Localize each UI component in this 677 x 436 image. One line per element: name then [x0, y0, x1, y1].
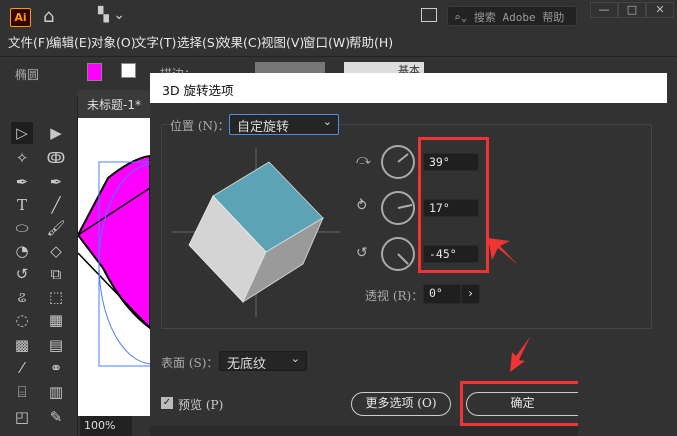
- cube-preview[interactable]: [0, 0, 677, 436]
- surface-label: 表面 (S)：: [161, 356, 219, 370]
- right-panel-area: [578, 380, 677, 436]
- chevron-down-icon: ⌄: [290, 352, 300, 365]
- dialog-bottom-strip: [150, 426, 578, 436]
- ok-highlight-box: [460, 381, 578, 426]
- perspective-label: 透视 (R)：: [365, 289, 424, 303]
- surface-value: 无底纹: [227, 357, 267, 372]
- preview-checkbox[interactable]: ✓: [161, 397, 173, 409]
- rotation-highlight-box: [418, 137, 489, 273]
- more-options-button[interactable]: 更多选项 (O): [351, 392, 451, 416]
- red-arrow-1: [488, 238, 518, 265]
- x-axis-rotation-icon: ⤼: [356, 152, 371, 168]
- surface-select[interactable]: 无底纹 ⌄: [219, 351, 307, 372]
- preview-label[interactable]: 预览 (P): [178, 396, 223, 413]
- red-arrow-2: [510, 337, 530, 372]
- y-axis-rotation-icon: ⥁: [357, 198, 367, 214]
- perspective-slider-button[interactable]: ›: [461, 284, 480, 304]
- perspective-input[interactable]: 0°: [423, 284, 461, 304]
- z-axis-rotation-icon: ↺: [356, 245, 368, 261]
